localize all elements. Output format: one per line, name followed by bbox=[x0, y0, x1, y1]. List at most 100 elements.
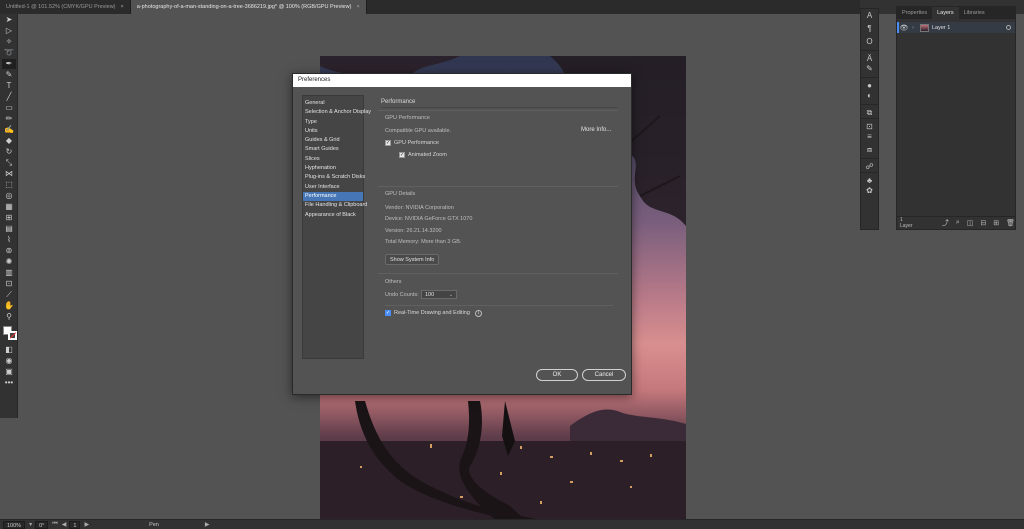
category-hyphenation[interactable]: Hyphenation bbox=[303, 164, 363, 173]
artboards-panel-icon[interactable]: ⊡ bbox=[861, 118, 878, 131]
category-type[interactable]: Type bbox=[303, 118, 363, 127]
document-tab-untitled[interactable]: Untitled-1 @ 101.52% (CMYK/GPU Preview) × bbox=[0, 0, 131, 14]
clipping-mask-icon[interactable]: ◫ bbox=[967, 219, 974, 227]
export-icon[interactable]: ⤴ bbox=[942, 218, 949, 228]
category-smart-guides[interactable]: Smart Guides bbox=[303, 145, 363, 154]
transform-panel-icon[interactable]: ⧉ bbox=[861, 104, 878, 117]
magic-wand-tool-icon[interactable]: ✧ bbox=[2, 37, 16, 47]
free-transform-tool-icon[interactable]: ⬚ bbox=[2, 180, 16, 190]
color-panel-icon[interactable]: ● bbox=[861, 77, 878, 90]
layer-row[interactable]: 👁 › Layer 1 bbox=[897, 22, 1015, 33]
trash-icon[interactable]: 🗑 bbox=[1006, 219, 1015, 227]
color-mode-icon[interactable]: ◧ bbox=[2, 345, 16, 355]
blend-tool-icon[interactable]: ⊚ bbox=[2, 246, 16, 256]
tab-properties[interactable]: Properties bbox=[897, 7, 932, 19]
category-performance[interactable]: Performance bbox=[303, 191, 363, 202]
ok-button[interactable]: OK bbox=[536, 369, 578, 381]
category-user-interface[interactable]: User Interface bbox=[303, 183, 363, 192]
brushes-panel-icon[interactable]: ✎ bbox=[861, 63, 878, 75]
scale-tool-icon[interactable]: ⤡ bbox=[2, 158, 16, 168]
chevron-right-icon[interactable]: › bbox=[909, 25, 917, 31]
zoom-tool-icon[interactable]: ⚲ bbox=[2, 312, 16, 322]
checkbox-label: Animated Zoom bbox=[408, 152, 447, 158]
stroke-swatch[interactable] bbox=[8, 331, 17, 340]
fill-stroke-swatches[interactable] bbox=[0, 324, 18, 344]
category-general[interactable]: General bbox=[303, 99, 363, 108]
gradient-tool-icon[interactable]: ▤ bbox=[2, 224, 16, 234]
status-menu-icon[interactable]: ▶ bbox=[205, 521, 210, 528]
shape-builder-tool-icon[interactable]: ◎ bbox=[2, 191, 16, 201]
close-icon[interactable]: × bbox=[356, 4, 359, 10]
opentype-panel-icon[interactable]: O bbox=[861, 36, 878, 48]
category-file-handling[interactable]: File Handling & Clipboard bbox=[303, 201, 367, 210]
pen-tool-icon[interactable]: ✒ bbox=[2, 59, 16, 69]
zoom-field[interactable]: 100% bbox=[3, 520, 26, 529]
next-artboard-icon[interactable]: ▶ bbox=[84, 521, 89, 528]
gpu-performance-checkbox[interactable]: ✓ GPU Performance bbox=[385, 140, 439, 146]
mesh-tool-icon[interactable]: ⊞ bbox=[2, 213, 16, 223]
new-sublayer-icon[interactable]: ⊟ bbox=[980, 219, 986, 227]
document-tab-photo[interactable]: a-photography-of-a-man-standing-on-a-tre… bbox=[130, 0, 367, 14]
character-panel-icon[interactable]: A bbox=[861, 10, 878, 22]
type-tool-icon[interactable]: T bbox=[2, 81, 16, 91]
perspective-grid-tool-icon[interactable]: ▦ bbox=[2, 202, 16, 212]
appearance-panel-icon[interactable]: ☍ bbox=[861, 158, 878, 171]
symbols-panel-icon[interactable]: ♣ bbox=[861, 172, 878, 185]
locate-icon[interactable]: ⌕ bbox=[956, 219, 960, 227]
new-layer-icon[interactable]: ⊞ bbox=[993, 219, 999, 227]
width-tool-icon[interactable]: ⋈ bbox=[2, 169, 16, 179]
column-graph-tool-icon[interactable]: ▥ bbox=[2, 268, 16, 278]
category-guides-grid[interactable]: Guides & Grid bbox=[303, 136, 363, 145]
selection-tool-icon[interactable]: ➤ bbox=[2, 15, 16, 25]
chevron-down-icon[interactable]: ▾ bbox=[29, 521, 32, 528]
rectangle-tool-icon[interactable]: ▭ bbox=[2, 103, 16, 113]
first-artboard-icon[interactable]: ⏮ bbox=[52, 521, 57, 528]
info-icon[interactable]: i bbox=[475, 310, 482, 317]
category-slices[interactable]: Slices bbox=[303, 155, 363, 164]
category-appearance-black[interactable]: Appearance of Black bbox=[303, 211, 363, 220]
eyedropper-tool-icon[interactable]: ⌇ bbox=[2, 235, 16, 245]
gpu-details-heading: GPU Details bbox=[385, 191, 416, 197]
glyphs-panel-icon[interactable]: Ä bbox=[861, 50, 878, 63]
eye-icon[interactable]: 👁 bbox=[899, 24, 909, 32]
layer-count: 1 Layer bbox=[900, 217, 913, 229]
graphic-styles-panel-icon[interactable]: ✿ bbox=[861, 185, 878, 197]
draw-mode-icon[interactable]: ◉ bbox=[2, 356, 16, 366]
slice-tool-icon[interactable]: ⟋ bbox=[2, 290, 16, 300]
close-icon[interactable]: × bbox=[121, 4, 124, 10]
more-tools-icon[interactable]: ••• bbox=[2, 378, 16, 388]
more-info-link[interactable]: More Info... bbox=[581, 127, 611, 133]
chevron-down-icon: ⌄ bbox=[448, 292, 453, 298]
line-tool-icon[interactable]: ╱ bbox=[2, 92, 16, 102]
lasso-tool-icon[interactable]: ➰ bbox=[2, 48, 16, 58]
undo-counts-select[interactable]: 100 ⌄ bbox=[421, 290, 457, 299]
category-units[interactable]: Units bbox=[303, 127, 363, 136]
color-guide-panel-icon[interactable]: ◐ bbox=[861, 90, 878, 102]
curvature-tool-icon[interactable]: ✎ bbox=[2, 70, 16, 80]
artboard-field[interactable]: 1 bbox=[69, 520, 81, 529]
eraser-tool-icon[interactable]: ◆ bbox=[2, 136, 16, 146]
show-system-info-button[interactable]: Show System Info bbox=[385, 254, 440, 265]
align-panel-icon[interactable]: ≡ bbox=[861, 131, 878, 143]
paragraph-panel-icon[interactable]: ¶ bbox=[861, 23, 878, 35]
rotation-field[interactable]: 0° bbox=[35, 520, 49, 529]
category-selection-anchor[interactable]: Selection & Anchor Display bbox=[303, 108, 371, 117]
cancel-button[interactable]: Cancel bbox=[582, 369, 626, 381]
tab-layers[interactable]: Layers bbox=[932, 7, 959, 19]
category-plugins[interactable]: Plug-ins & Scratch Disks bbox=[303, 173, 365, 182]
symbol-sprayer-tool-icon[interactable]: ✺ bbox=[2, 257, 16, 267]
direct-selection-tool-icon[interactable]: ▷ bbox=[2, 26, 16, 36]
artboard-tool-icon[interactable]: ⊡ bbox=[2, 279, 16, 289]
realtime-drawing-checkbox[interactable]: ✓ Real-Time Drawing and Editing bbox=[385, 310, 470, 316]
layer-name[interactable]: Layer 1 bbox=[932, 25, 950, 31]
tab-libraries[interactable]: Libraries bbox=[959, 7, 990, 19]
prev-artboard-icon[interactable]: ◀ bbox=[62, 521, 67, 528]
animated-zoom-checkbox[interactable]: ✓ Animated Zoom bbox=[399, 152, 447, 158]
paintbrush-tool-icon[interactable]: ✏ bbox=[2, 114, 16, 124]
shaper-tool-icon[interactable]: ✍ bbox=[2, 125, 16, 135]
screen-mode-icon[interactable]: ▣ bbox=[2, 367, 16, 377]
target-icon[interactable] bbox=[1006, 25, 1011, 30]
pathfinder-panel-icon[interactable]: ⧈ bbox=[861, 144, 878, 156]
hand-tool-icon[interactable]: ✋ bbox=[2, 301, 16, 311]
rotate-tool-icon[interactable]: ↻ bbox=[2, 147, 16, 157]
